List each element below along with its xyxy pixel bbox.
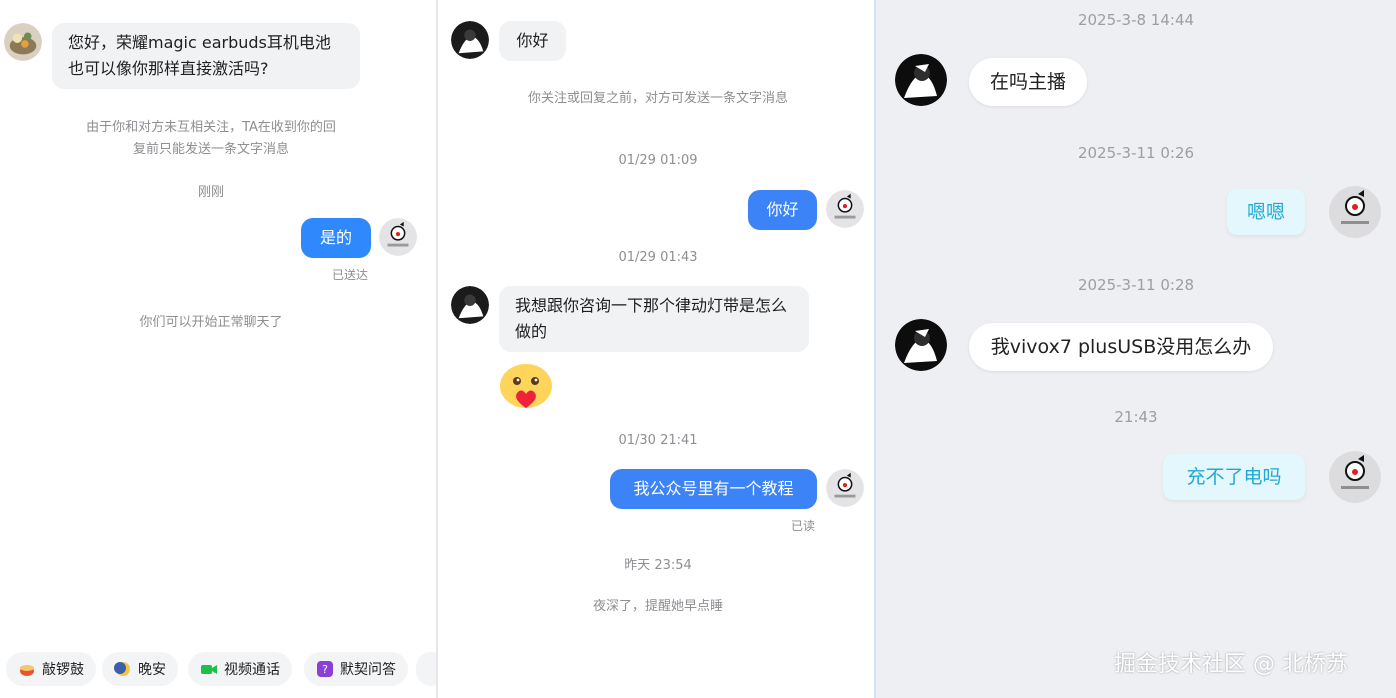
- my-avatar[interactable]: [1329, 451, 1381, 503]
- moon-icon: [114, 660, 132, 678]
- follow-notice: 你关注或回复之前，对方可发送一条文字消息: [527, 91, 788, 106]
- message-text: 你好: [766, 200, 799, 219]
- chat-panel-1: 您好，荣耀magic earbuds耳机电池也可以像你那样直接激活吗? 由于你和…: [0, 0, 436, 698]
- delivery-status: 已送达: [331, 268, 368, 282]
- timestamp: 2025-3-8 14:44: [1077, 11, 1195, 29]
- my-avatar[interactable]: [1329, 186, 1381, 238]
- my-avatar[interactable]: [379, 218, 417, 256]
- message-text: 你好: [516, 31, 549, 50]
- quiz-icon: ?: [316, 660, 334, 678]
- message-text: 您好，荣耀magic earbuds耳机电池也可以像你那样直接激活吗?: [68, 33, 331, 78]
- contact-avatar[interactable]: [4, 23, 42, 61]
- chat-panel-3: 2025-3-8 14:44 在吗主播 2025-3-11 0:26 嗯嗯 20…: [876, 0, 1396, 698]
- message-text: 在吗主播: [989, 71, 1066, 93]
- outgoing-message-bubble[interactable]: 你好: [748, 190, 817, 230]
- timestamp: 01/29 01:43: [618, 250, 698, 265]
- message-text: 嗯嗯: [1246, 201, 1285, 223]
- watermark: 掘金技术社区 @ 北桥苏: [1114, 652, 1348, 677]
- chat-enabled-notice: 你们可以开始正常聊天了: [139, 315, 283, 330]
- timestamp: 刚刚: [197, 185, 224, 200]
- quick-action-more[interactable]: [416, 652, 436, 686]
- timestamp: 21:43: [1114, 408, 1158, 426]
- outgoing-message-bubble[interactable]: 我公众号里有一个教程: [610, 469, 817, 509]
- my-avatar[interactable]: [826, 190, 864, 228]
- timestamp: 2025-3-11 0:28: [1077, 276, 1195, 294]
- incoming-message-bubble[interactable]: 您好，荣耀magic earbuds耳机电池也可以像你那样直接激活吗?: [52, 23, 360, 89]
- incoming-message-bubble[interactable]: 我想跟你咨询一下那个律动灯带是怎么做的: [499, 286, 809, 352]
- incoming-message-bubble[interactable]: 你好: [499, 21, 566, 61]
- timestamp: 01/29 01:09: [618, 153, 698, 168]
- outgoing-message-bubble[interactable]: 充不了电吗: [1163, 454, 1305, 500]
- message-text: 我想跟你咨询一下那个律动灯带是怎么做的: [515, 296, 788, 341]
- system-reminder: 夜深了，提醒她早点睡: [592, 599, 723, 614]
- outgoing-message-bubble[interactable]: 嗯嗯: [1227, 189, 1305, 235]
- contact-avatar[interactable]: [895, 319, 947, 371]
- quick-action-goodnight[interactable]: 晚安: [102, 652, 178, 686]
- my-avatar[interactable]: [826, 469, 864, 507]
- message-text: 充不了电吗: [1186, 466, 1282, 488]
- quick-action-video-call[interactable]: 视频通话: [188, 652, 292, 686]
- contact-avatar[interactable]: [451, 286, 489, 324]
- chat-panel-2: 你好 你关注或回复之前，对方可发送一条文字消息 01/29 01:09 你好 0…: [438, 0, 874, 698]
- quick-action-quiz[interactable]: ? 默契问答: [304, 652, 408, 686]
- follow-notice: 由于你和对方未互相关注，TA在收到你的回复前只能发送一条文字消息: [86, 120, 336, 157]
- contact-avatar[interactable]: [895, 54, 947, 106]
- message-text: 我公众号里有一个教程: [633, 479, 794, 498]
- timestamp: 2025-3-11 0:26: [1077, 144, 1195, 162]
- message-text: 我vivox7 plusUSB没用怎么办: [990, 336, 1252, 358]
- contact-avatar[interactable]: [451, 21, 489, 59]
- timestamp: 昨天 23:54: [624, 558, 692, 573]
- drum-icon: [18, 660, 36, 678]
- read-status: 已读: [790, 519, 815, 533]
- svg-text:?: ?: [322, 663, 328, 676]
- message-text: 是的: [319, 228, 352, 247]
- heart-emoji-sticker[interactable]: [498, 362, 554, 412]
- video-call-icon: [200, 660, 218, 678]
- incoming-message-bubble[interactable]: 我vivox7 plusUSB没用怎么办: [969, 323, 1273, 371]
- timestamp: 01/30 21:41: [618, 433, 698, 448]
- quick-action-drum[interactable]: 敲锣鼓: [6, 652, 96, 686]
- incoming-message-bubble[interactable]: 在吗主播: [969, 58, 1087, 106]
- outgoing-message-bubble[interactable]: 是的: [301, 218, 371, 258]
